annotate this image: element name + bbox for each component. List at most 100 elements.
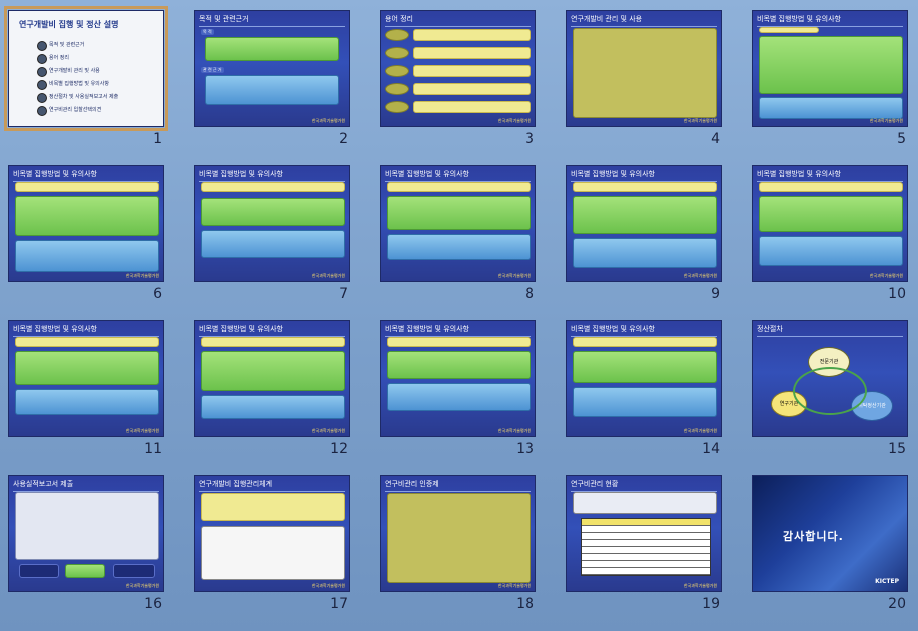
slide-1-canvas[interactable]: 연구개발비 집행 및 정산 설명 목적 및 관련근거 용어 정리 연구개발비 관… — [4, 6, 168, 131]
bullet-icon — [37, 67, 47, 77]
slide-15-canvas[interactable]: 정산절차 전문기관 연구기관 위탁정산기관 — [752, 320, 908, 437]
slide-sorter-grid: 연구개발비 집행 및 정산 설명 목적 및 관련근거 용어 정리 연구개발비 관… — [4, 6, 912, 622]
subheading-box — [15, 182, 159, 192]
slide-number: 16 — [144, 596, 162, 612]
slide-thumbnail-13[interactable]: 비목별 집행방법 및 유의사항 한국과학기술평가원 13 — [380, 320, 540, 462]
slide-title: 비목별 집행방법 및 유의사항 — [13, 324, 159, 337]
slide-20-canvas[interactable]: 감사합니다. KICTEP — [752, 475, 908, 592]
content-box — [201, 198, 345, 226]
note-box — [387, 234, 531, 260]
slide-thumbnail-11[interactable]: 비목별 집행방법 및 유의사항 한국과학기술평가원 11 — [8, 320, 168, 462]
bullet-icon — [37, 54, 47, 64]
slide-number: 20 — [888, 596, 906, 612]
slide-number: 12 — [330, 441, 348, 457]
slide-thumbnail-14[interactable]: 비목별 집행방법 및 유의사항 한국과학기술평가원 14 — [566, 320, 726, 462]
kictep-logo: KICTEP — [875, 578, 899, 585]
note-box — [387, 383, 531, 411]
toc-item: 정산절차 및 사용실적보고서 제출 — [49, 94, 119, 100]
flow-step — [113, 564, 155, 578]
note-box — [201, 395, 345, 419]
status-table — [581, 518, 711, 576]
slide-thumbnail-16[interactable]: 사용실적보고서 제출 한국과학기술평가원 16 — [8, 475, 168, 617]
slide-footer: 한국과학기술평가원 — [497, 118, 531, 123]
slide-title: 비목별 집행방법 및 유의사항 — [757, 14, 903, 27]
note-box — [15, 240, 159, 272]
slide-thumbnail-2[interactable]: 목적 및 관련근거 목 적 관 련 근 거 한국과학기술평가원 2 — [194, 10, 354, 152]
slide-17-canvas[interactable]: 연구개발비 집행관리체계 한국과학기술평가원 — [194, 475, 350, 592]
slide-thumbnail-17[interactable]: 연구개발비 집행관리체계 한국과학기술평가원 17 — [194, 475, 354, 617]
slide-number: 14 — [702, 441, 720, 457]
slide-8-canvas[interactable]: 비목별 집행방법 및 유의사항 한국과학기술평가원 — [380, 165, 536, 282]
slide-number: 10 — [888, 286, 906, 302]
slide-title: 연구비관리 현황 — [571, 479, 717, 492]
slide-thumbnail-1[interactable]: 연구개발비 집행 및 정산 설명 목적 및 관련근거 용어 정리 연구개발비 관… — [4, 6, 168, 152]
slide-9-canvas[interactable]: 비목별 집행방법 및 유의사항 한국과학기술평가원 — [566, 165, 722, 282]
content-box — [759, 36, 903, 94]
slide-6-canvas[interactable]: 비목별 집행방법 및 유의사항 한국과학기술평가원 — [8, 165, 164, 282]
slide-18-canvas[interactable]: 연구비관리 인증제 한국과학기술평가원 — [380, 475, 536, 592]
slide-footer: 한국과학기술평가원 — [311, 118, 345, 123]
slide-footer: 한국과학기술평가원 — [497, 428, 531, 433]
slide-13-canvas[interactable]: 비목별 집행방법 및 유의사항 한국과학기술평가원 — [380, 320, 536, 437]
slide-14-canvas[interactable]: 비목별 집행방법 및 유의사항 한국과학기술평가원 — [566, 320, 722, 437]
term-definition — [413, 47, 531, 59]
slide-thumbnail-8[interactable]: 비목별 집행방법 및 유의사항 한국과학기술평가원 8 — [380, 165, 540, 307]
slide-number: 6 — [153, 286, 162, 302]
slide-title: 비목별 집행방법 및 유의사항 — [385, 169, 531, 182]
slide-thumbnail-19[interactable]: 연구비관리 현황 한국과학기술평가원 19 — [566, 475, 726, 617]
slide-number: 8 — [525, 286, 534, 302]
slide-4-canvas[interactable]: 연구개발비 관리 및 사용 한국과학기술평가원 — [566, 10, 722, 127]
slide-3-canvas[interactable]: 용어 정리 한국과학기술평가원 — [380, 10, 536, 127]
slide-title: 비목별 집행방법 및 유의사항 — [571, 169, 717, 182]
slide-title: 사용실적보고서 제출 — [13, 479, 159, 492]
content-box — [573, 351, 717, 383]
slide-footer: 한국과학기술평가원 — [311, 583, 345, 588]
slide-number: 9 — [711, 286, 720, 302]
slide-16-canvas[interactable]: 사용실적보고서 제출 한국과학기술평가원 — [8, 475, 164, 592]
slide-footer: 한국과학기술평가원 — [497, 273, 531, 278]
slide-2-canvas[interactable]: 목적 및 관련근거 목 적 관 련 근 거 한국과학기술평가원 — [194, 10, 350, 127]
table-row — [582, 540, 710, 547]
note-box — [201, 230, 345, 258]
slide-thumbnail-9[interactable]: 비목별 집행방법 및 유의사항 한국과학기술평가원 9 — [566, 165, 726, 307]
slide-title: 비목별 집행방법 및 유의사항 — [13, 169, 159, 182]
content-box — [201, 493, 345, 521]
slide-5-canvas[interactable]: 비목별 집행방법 및 유의사항 한국과학기술평가원 — [752, 10, 908, 127]
slide-thumbnail-6[interactable]: 비목별 집행방법 및 유의사항 한국과학기술평가원 6 — [8, 165, 168, 307]
slide-thumbnail-7[interactable]: 비목별 집행방법 및 유의사항 한국과학기술평가원 7 — [194, 165, 354, 307]
toc-item: 연구비관리 입찰선택의견 — [49, 107, 102, 113]
slide-title: 연구비관리 인증제 — [385, 479, 531, 492]
slide-title: 비목별 집행방법 및 유의사항 — [199, 324, 345, 337]
flow-step — [19, 564, 59, 578]
slide-thumbnail-3[interactable]: 용어 정리 한국과학기술평가원 3 — [380, 10, 540, 152]
slide-7-canvas[interactable]: 비목별 집행방법 및 유의사항 한국과학기술평가원 — [194, 165, 350, 282]
note-box — [759, 236, 903, 266]
term-oval — [385, 47, 409, 59]
slide-19-canvas[interactable]: 연구비관리 현황 한국과학기술평가원 — [566, 475, 722, 592]
slide-thumbnail-10[interactable]: 비목별 집행방법 및 유의사항 한국과학기술평가원 10 — [752, 165, 912, 307]
content-box — [15, 492, 159, 560]
slide-thumbnail-18[interactable]: 연구비관리 인증제 한국과학기술평가원 18 — [380, 475, 540, 617]
slide-title: 정산절차 — [757, 324, 903, 337]
slide-title: 연구개발비 관리 및 사용 — [571, 14, 717, 27]
flow-step — [65, 564, 105, 578]
slide-thumbnail-5[interactable]: 비목별 집행방법 및 유의사항 한국과학기술평가원 5 — [752, 10, 912, 152]
subheading-box — [201, 337, 345, 347]
slide-thumbnail-15[interactable]: 정산절차 전문기관 연구기관 위탁정산기관 15 — [752, 320, 912, 462]
slide-thumbnail-12[interactable]: 비목별 집행방법 및 유의사항 한국과학기술평가원 12 — [194, 320, 354, 462]
content-box — [387, 493, 531, 583]
slide-number: 15 — [888, 441, 906, 457]
table-row — [582, 554, 710, 561]
slide-number: 17 — [330, 596, 348, 612]
slide-11-canvas[interactable]: 비목별 집행방법 및 유의사항 한국과학기술평가원 — [8, 320, 164, 437]
slide-thumbnail-4[interactable]: 연구개발비 관리 및 사용 한국과학기술평가원 4 — [566, 10, 726, 152]
thank-you-text: 감사합니다. — [783, 530, 844, 543]
slide-10-canvas[interactable]: 비목별 집행방법 및 유의사항 한국과학기술평가원 — [752, 165, 908, 282]
content-box — [573, 492, 717, 514]
slide-12-canvas[interactable]: 비목별 집행방법 및 유의사항 한국과학기술평가원 — [194, 320, 350, 437]
note-box — [573, 238, 717, 268]
slide-title: 비목별 집행방법 및 유의사항 — [757, 169, 903, 182]
toc-item: 목적 및 관련근거 — [49, 42, 85, 48]
slide-thumbnail-20[interactable]: 감사합니다. KICTEP 20 — [752, 475, 912, 617]
basis-box — [205, 75, 339, 105]
